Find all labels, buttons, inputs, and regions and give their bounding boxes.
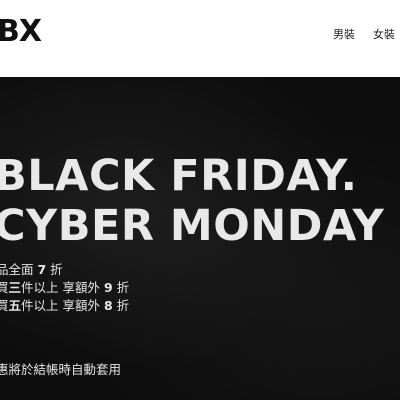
promo-banner[interactable]: BLACK FRIDAY. CYBER MONDAY 品全面 7 折 買三件以上…: [0, 77, 400, 400]
nav-item-men[interactable]: 男裝: [333, 26, 355, 42]
headline-cyber-monday: CYBER MONDAY: [0, 201, 385, 251]
offer-text: 件以上 享額外: [21, 298, 104, 313]
offer-line: 買五件以上 享額外 8 折: [0, 297, 129, 315]
page: BX 男裝 女裝 BLACK FRIDAY. CYBER MONDAY 品全面 …: [0, 0, 400, 400]
offer-quantity: 五: [8, 298, 22, 313]
offer-text: 折: [112, 298, 130, 313]
offer-discount: 7: [37, 262, 47, 277]
offer-text: 買: [0, 298, 9, 313]
offer-line: 品全面 7 折: [0, 261, 129, 279]
headline-black-friday: BLACK FRIDAY.: [0, 151, 358, 201]
offer-text: 折: [46, 262, 63, 277]
brand-logo[interactable]: BX: [0, 17, 42, 47]
offer-text: 品全面: [0, 262, 38, 277]
checkout-note: 惠將於結帳時自動套用: [0, 362, 122, 377]
offer-line: 買三件以上 享額外 9 折: [0, 279, 129, 297]
offer-discount: 9: [103, 280, 113, 295]
offer-text: 件以上 享額外: [21, 280, 104, 295]
offer-list: 品全面 7 折 買三件以上 享額外 9 折 買五件以上 享額外 8 折: [0, 261, 129, 315]
site-header: BX 男裝 女裝: [0, 0, 400, 64]
offer-text: 折: [112, 280, 130, 295]
offer-quantity: 三: [8, 280, 22, 295]
offer-text: 買: [0, 280, 9, 295]
offer-discount: 8: [103, 298, 113, 313]
main-nav: 男裝 女裝: [333, 26, 395, 42]
nav-item-women[interactable]: 女裝: [373, 26, 395, 42]
